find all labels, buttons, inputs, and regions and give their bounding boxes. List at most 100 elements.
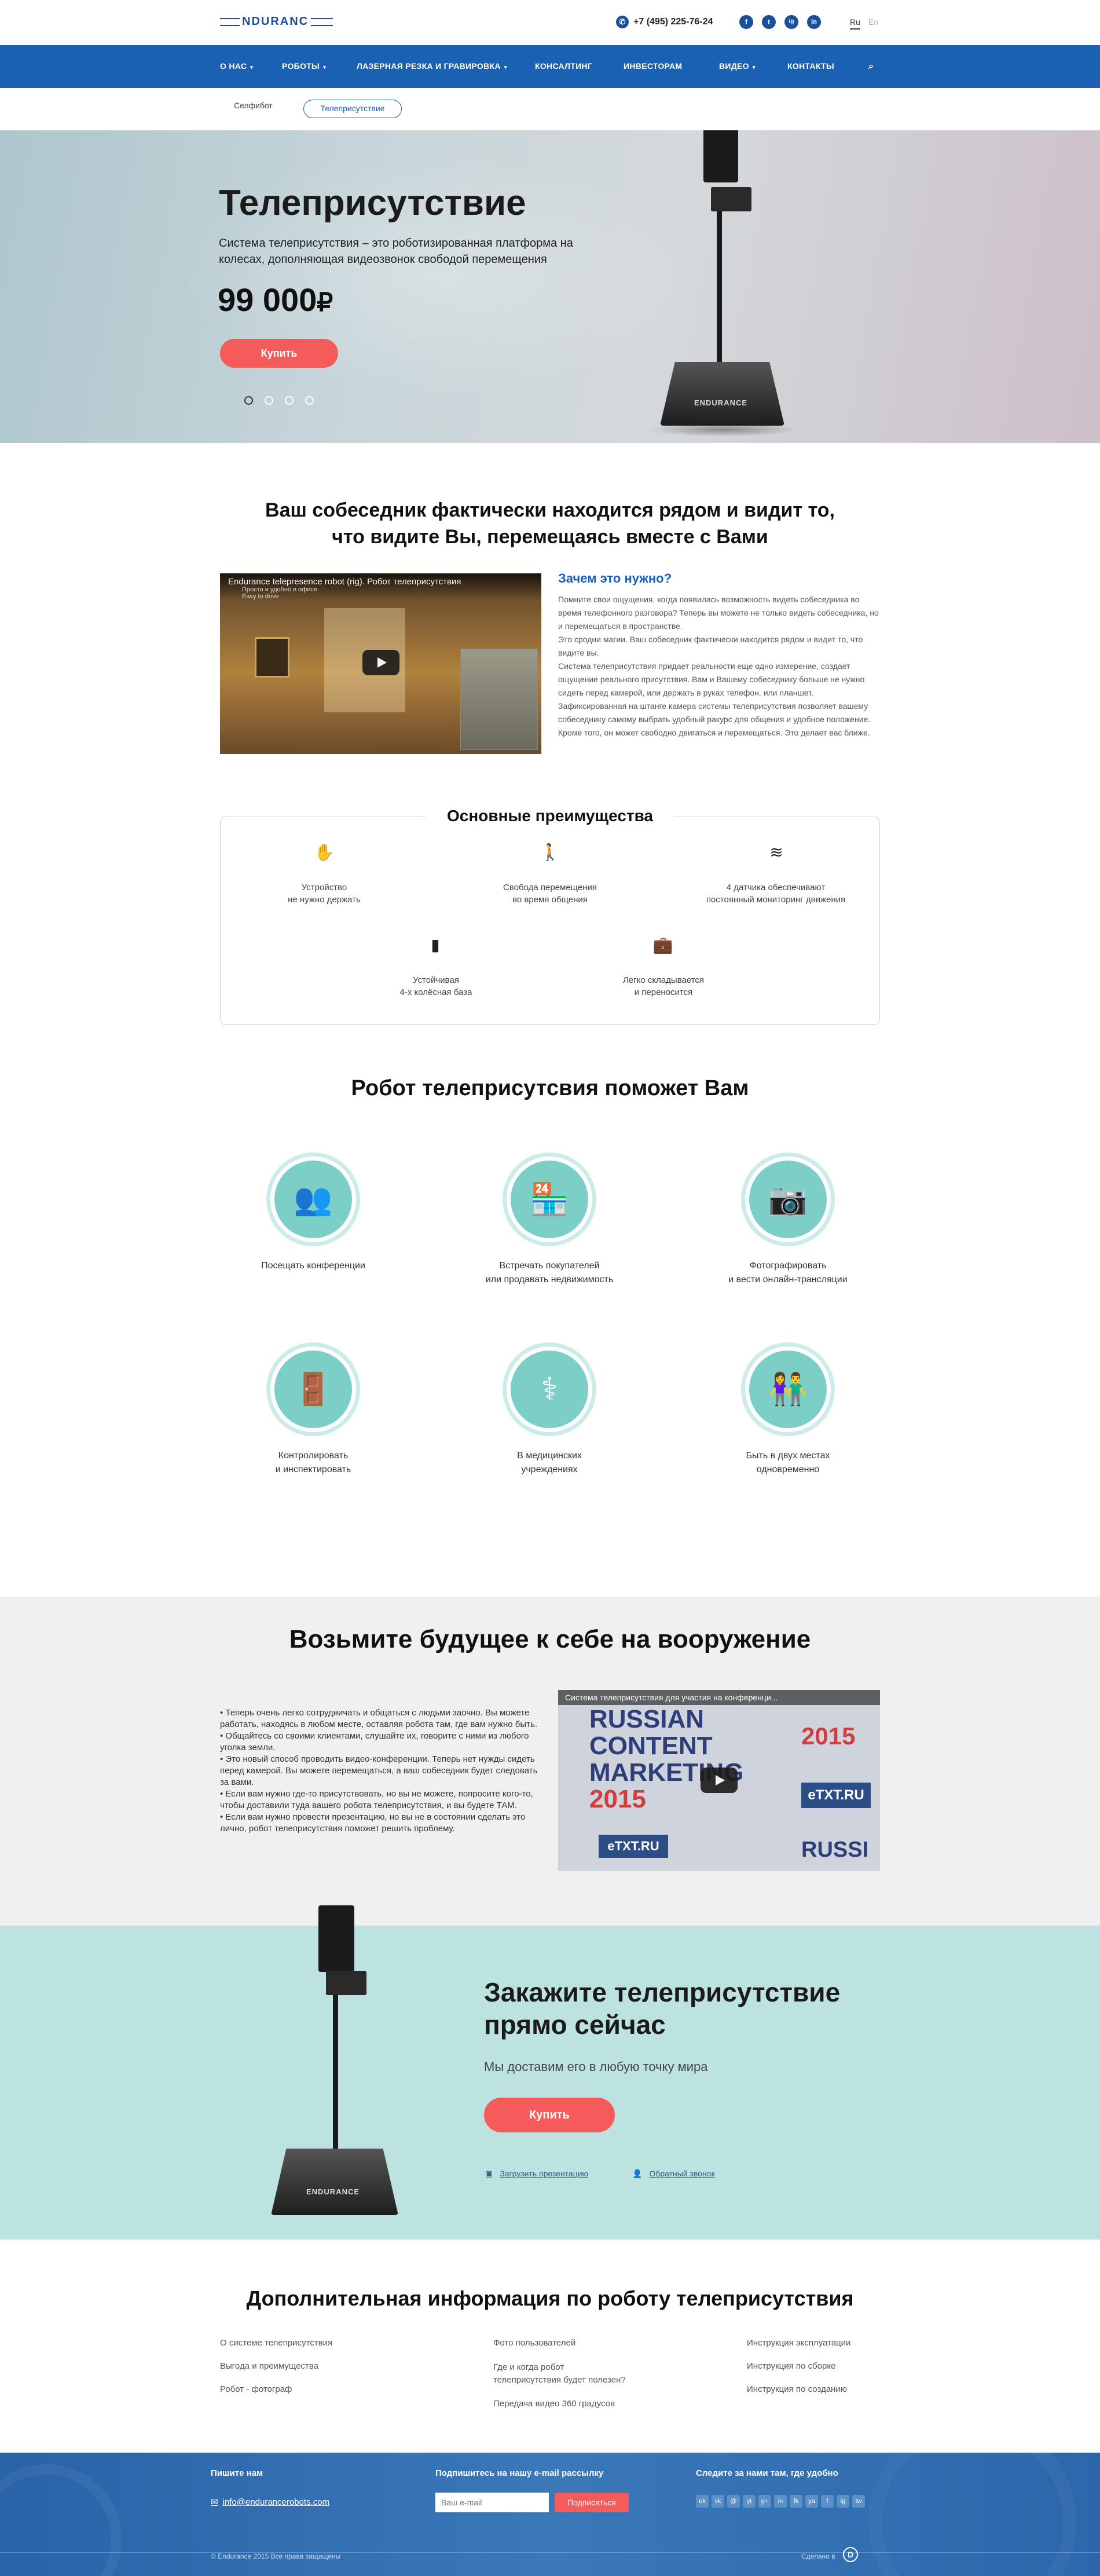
bullet-item: • Это новый способ проводить видео-конфе… [220,1754,538,1787]
developer-logo-icon[interactable]: D [843,2547,858,2562]
footer-email-link[interactable]: ✉ info@endurancerobots.com [211,2497,329,2507]
info-link[interactable]: Фото пользователей [493,2337,575,2350]
advantage-item: Свобода перемещения во время общения [463,881,637,906]
info-link[interactable]: Робот - фотограф [220,2383,292,2396]
youtube-icon[interactable]: yt [743,2495,756,2508]
help-circle: 👥 [266,1152,360,1246]
link-label: Загрузить презентацию [500,2169,589,2178]
robot-base-label: ENDURANCE [694,398,748,407]
video-russ: RUSSI [801,1838,869,1862]
video-brand: eTXT.RU [801,1783,871,1808]
help-line: Посещать конференции [261,1261,365,1271]
info-link[interactable]: Где и когда робот телеприсутствия будет п… [493,2361,626,2387]
chevron-down-icon: ▾ [752,64,756,70]
download-icon: ▣ [485,2169,493,2178]
nav-video[interactable]: ВИДЕО ▾ [719,61,756,71]
yandex-icon[interactable]: ya [805,2495,818,2508]
lang-ru[interactable]: Ru [850,17,860,30]
walking-person-icon: 🚶 [540,843,560,861]
mail-icon: ✉ [211,2497,218,2507]
info-link[interactable]: Инструкция эксплуатации [747,2337,850,2350]
info-link[interactable]: Передача видео 360 градусов [493,2398,615,2410]
help-circle: 🏪 [503,1152,596,1246]
advantage-line: Устойчивая [413,975,459,985]
robot-phone [703,130,738,182]
linkedin-icon[interactable]: in [807,15,821,29]
info-link[interactable]: О системе телеприсутствия [220,2337,332,2350]
nav-laser[interactable]: ЛАЗЕРНАЯ РЕЗКА И ГРАВИРОВКА ▾ [357,61,507,71]
friendfeed-icon[interactable]: fk [790,2495,802,2508]
two-people-icon: 👫 [749,1351,827,1428]
subnav-telepresence[interactable]: Телеприсутствие [303,100,402,118]
nav-label: ИНВЕСТОРАМ [624,61,683,71]
play-icon[interactable] [362,650,399,675]
price-currency: ₽ [317,288,333,317]
advantage-line: Легко складывается [622,975,705,985]
hero-price: 99 000₽ [218,281,333,319]
phone[interactable]: ✆ +7 (495) 225-76-24 [616,16,713,28]
slider-dot-1[interactable] [244,396,253,405]
info-title: Дополнительная информация по роботу теле… [246,2286,854,2310]
bullet-item: • Если вам нужно где-то присутствовать, … [220,1789,533,1810]
search-icon[interactable]: ⌕ [868,61,874,72]
facebook-icon[interactable]: f [739,15,753,29]
help-line: Фотографировать [749,1261,827,1271]
nav-label: ЛАЗЕРНАЯ РЕЗКА И ГРАВИРОВКА [357,61,501,71]
download-presentation-link[interactable]: ▣ Загрузить презентацию [485,2169,588,2179]
lang-en[interactable]: En [868,17,878,27]
nav-investors[interactable]: ИНВЕСТОРАМ [624,61,682,71]
video-subtitle: Просто и удобно в офисе. [242,586,320,593]
hero-buy-button[interactable]: Купить [220,339,338,368]
google-plus-icon[interactable]: g+ [758,2495,771,2508]
help-title: Робот телеприсутсвия поможет Вам [351,1076,749,1100]
made-by: Сделано в [801,2552,835,2560]
play-icon[interactable] [701,1768,738,1793]
slider-dot-3[interactable] [285,396,294,405]
video-subtitle-2: Easy to drive [242,593,279,600]
odnoklassniki-icon[interactable]: ok [696,2495,709,2508]
advantage-item: Устройство не нужно держать [237,881,411,906]
mail-ru-icon[interactable]: @ [727,2495,740,2508]
twitter-icon[interactable]: t [762,15,776,29]
subscribe-button[interactable]: Подписаться [555,2493,629,2512]
facebook-icon[interactable]: f [821,2495,834,2508]
vk-icon[interactable]: vk [712,2495,724,2508]
nav-robots[interactable]: РОБОТЫ ▾ [282,61,326,71]
instagram-icon[interactable]: ig [837,2495,849,2508]
advantage-line: не нужно держать [288,895,361,905]
logo[interactable]: NDURANC [220,15,333,28]
help-line: или продавать недвижимость [485,1275,614,1285]
help-line: учреждениях [521,1465,578,1474]
nav-about[interactable]: О НАС ▾ [220,61,253,71]
twitter-icon[interactable]: tw [852,2495,865,2508]
order-subtitle: Мы доставим его в любую точку мира [484,2059,708,2074]
order-title: Закажите телеприсутствие прямо сейчас [484,1976,840,2041]
subnav-selfibot[interactable]: Селфибот [234,101,273,110]
slider-dot-4[interactable] [305,396,314,405]
info-link[interactable]: Выгода и преимущества [220,2360,318,2373]
footer-follow-title: Следите за нами там, где удобно [696,2468,838,2478]
nav-contacts[interactable]: КОНТАКТЫ [787,61,834,71]
conference-icon: 👥 [274,1161,352,1238]
help-line: Быть в двух местах [746,1451,830,1461]
caduceus-icon: ⚕ [511,1351,588,1428]
intro-video[interactable]: Endurance telepresence robot (rig). Робо… [220,573,541,754]
subscribe-email-input[interactable] [435,2493,549,2512]
bullet-item: • Теперь очень легко сотрудничать и обща… [220,1708,537,1729]
slider-dot-2[interactable] [265,396,273,405]
help-label: Контролировать и инспектировать [221,1449,406,1477]
sensor-icon: ≋ [769,843,783,861]
robot-phone [318,1905,354,1972]
future-video[interactable]: Система телеприсутствия для участия на к… [558,1690,880,1871]
info-link[interactable]: Инструкция по созданию [747,2383,847,2396]
info-link[interactable]: Инструкция по сборке [747,2360,835,2373]
callback-link[interactable]: 👤 Обратный звонок [632,2169,715,2179]
help-line: Контролировать [278,1451,349,1461]
advantages-title: Основные преимущества [426,807,674,825]
instagram-icon[interactable]: ig [784,15,798,29]
bullet-item: • Общайтесь со своими клиентами, слушайт… [220,1731,529,1752]
order-buy-button[interactable]: Купить [484,2098,615,2132]
linkedin-icon[interactable]: in [774,2495,787,2508]
nav-consulting[interactable]: КОНСАЛТИНГ [535,61,592,71]
advantage-line: и переносится [634,987,693,997]
